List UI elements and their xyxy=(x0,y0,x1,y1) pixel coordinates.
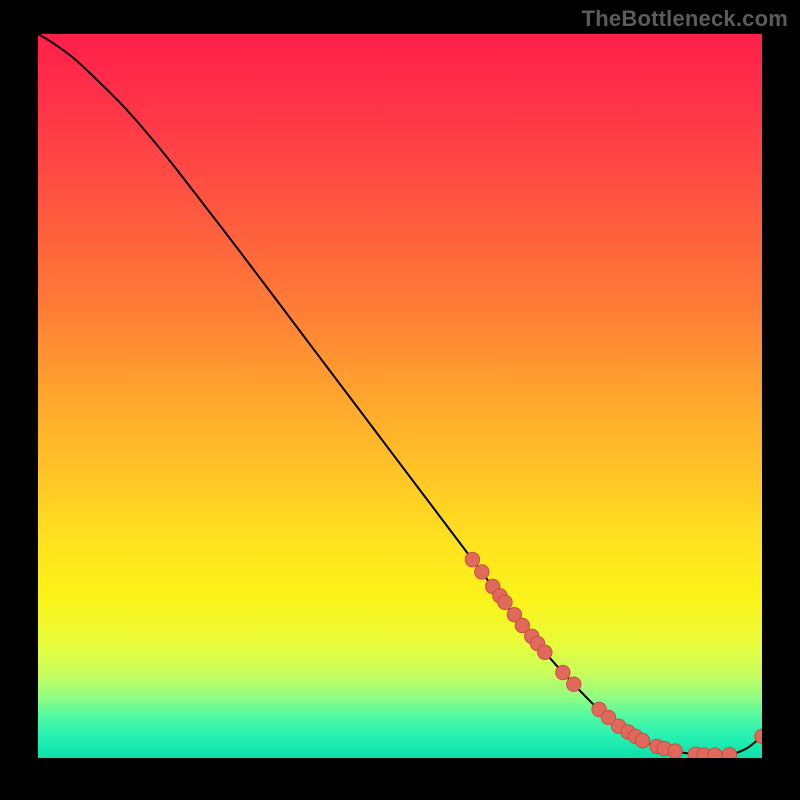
data-marker xyxy=(498,595,512,609)
data-marker xyxy=(668,744,682,758)
plot-area xyxy=(38,34,762,758)
data-marker xyxy=(556,665,570,679)
chart-frame: TheBottleneck.com xyxy=(0,0,800,800)
data-marker xyxy=(722,747,736,758)
data-marker xyxy=(475,565,489,579)
gradient-background xyxy=(38,34,762,758)
data-marker xyxy=(538,645,552,659)
data-marker xyxy=(465,552,479,566)
watermark-label: TheBottleneck.com xyxy=(582,6,788,32)
data-marker xyxy=(708,748,722,758)
data-marker xyxy=(635,733,649,747)
chart-svg xyxy=(38,34,762,758)
data-marker xyxy=(567,677,581,691)
